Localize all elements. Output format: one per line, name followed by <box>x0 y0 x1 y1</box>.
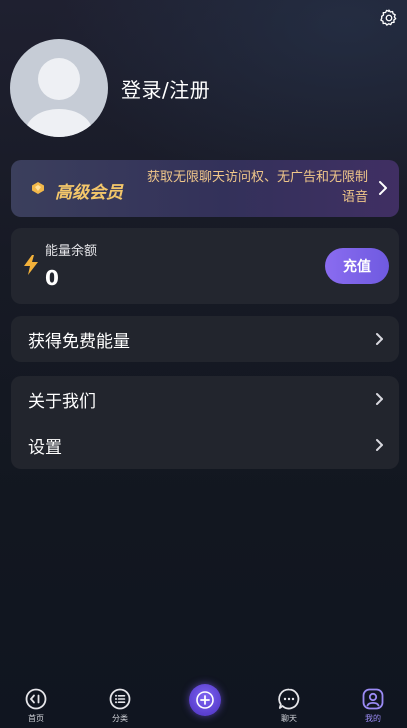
login-register-link[interactable]: 登录/注册 <box>121 74 210 103</box>
menu-item-label: 关于我们 <box>28 391 96 412</box>
settings-button[interactable] <box>377 6 401 30</box>
plus-icon <box>196 691 214 709</box>
lightning-icon <box>24 255 38 275</box>
tab-home[interactable]: 首页 <box>6 684 66 728</box>
tab-label: 我的 <box>365 714 381 723</box>
vip-title: 高级会员 <box>55 183 123 203</box>
chevron-right-icon <box>376 393 383 405</box>
vip-crown-icon <box>32 182 44 194</box>
chevron-right-icon <box>376 333 383 345</box>
tab-chat[interactable]: 聊天 <box>259 684 319 728</box>
chevron-right-icon <box>376 439 383 451</box>
chevron-right-icon <box>379 181 387 195</box>
tab-label: 聊天 <box>281 714 297 723</box>
recharge-button[interactable]: 充值 <box>325 248 389 284</box>
menu-item-about[interactable]: 关于我们 <box>11 376 399 422</box>
energy-balance-card: 能量余额 0 充值 <box>11 228 399 304</box>
menu-item-label: 设置 <box>28 437 62 458</box>
profile-icon <box>362 688 384 710</box>
tab-profile[interactable]: 我的 <box>343 684 403 728</box>
chat-icon <box>278 688 300 710</box>
about-settings-section: 关于我们 设置 <box>11 376 399 469</box>
tab-label: 首页 <box>28 714 44 723</box>
energy-label: 能量余额 <box>45 244 98 259</box>
gear-icon <box>380 9 397 26</box>
create-button[interactable] <box>189 684 221 716</box>
menu-item-label: 获得免费能量 <box>28 331 130 352</box>
menu-item-free-energy[interactable]: 获得免费能量 <box>11 316 399 362</box>
vip-membership-card[interactable]: 高级会员 获取无限聊天访问权、无广告和无限制语音 <box>11 160 399 217</box>
energy-value: 0 <box>45 266 59 290</box>
category-icon <box>109 688 131 710</box>
avatar[interactable] <box>10 39 108 137</box>
vip-description: 获取无限聊天访问权、无广告和无限制语音 <box>146 170 368 205</box>
menu-item-settings[interactable]: 设置 <box>11 422 399 468</box>
home-icon <box>25 688 47 710</box>
tab-category[interactable]: 分类 <box>90 684 150 728</box>
tab-label: 分类 <box>112 714 128 723</box>
free-energy-section: 获得免费能量 <box>11 316 399 362</box>
default-avatar-icon <box>26 58 92 137</box>
